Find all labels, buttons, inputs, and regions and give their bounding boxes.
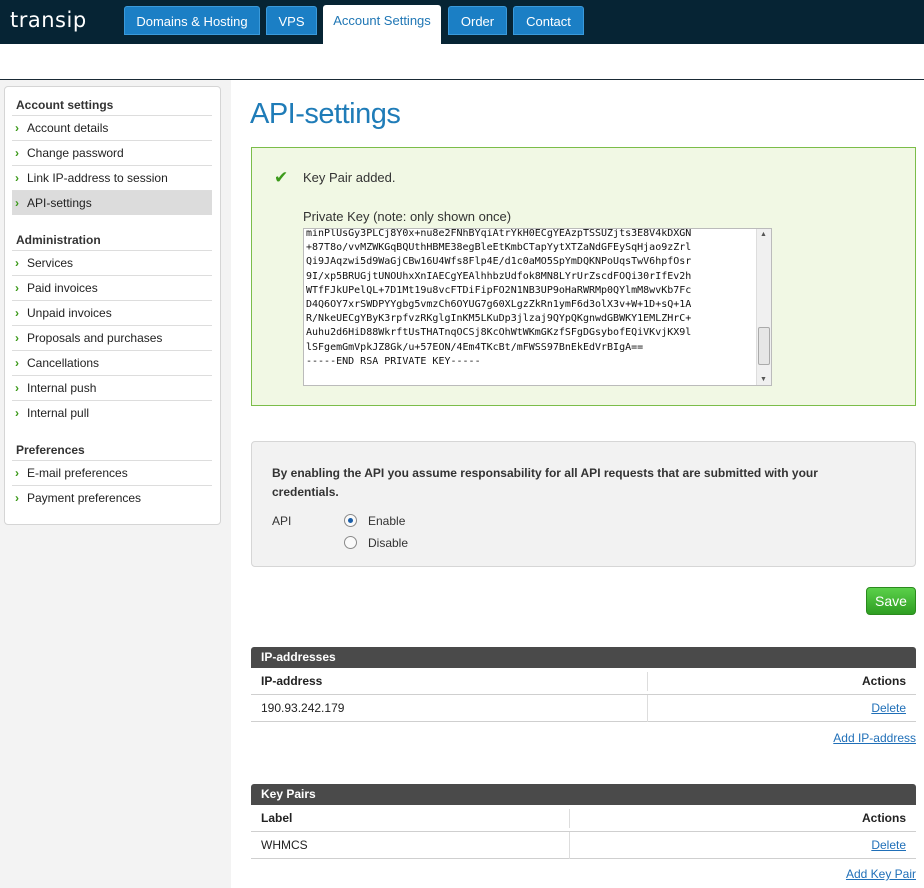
- column-separator: [647, 672, 648, 691]
- sidebar-item-label: Proposals and purchases: [27, 331, 163, 345]
- transip-logo[interactable]: transip: [10, 8, 87, 32]
- top-navigation-bar: transip Domains & Hosting VPS Account Se…: [0, 0, 924, 44]
- table-row: 190.93.242.179 Delete: [251, 695, 916, 722]
- tab-domains-hosting[interactable]: Domains & Hosting: [124, 6, 260, 35]
- sidebar-item-api-settings[interactable]: › API-settings: [12, 190, 212, 215]
- sidebar-item-internal-push[interactable]: › Internal push: [12, 375, 212, 400]
- sidebar-item-email-preferences[interactable]: › E-mail preferences: [12, 460, 212, 485]
- chevron-right-icon: ›: [15, 146, 19, 160]
- column-header-actions: Actions: [861, 811, 906, 825]
- sidebar-item-label: E-mail preferences: [27, 466, 128, 480]
- column-header-label: Label: [261, 811, 293, 825]
- chevron-right-icon: ›: [15, 121, 19, 135]
- sidebar-item-internal-pull[interactable]: › Internal pull: [12, 400, 212, 425]
- api-responsibility-notice: By enabling the API you assume responsab…: [272, 466, 818, 499]
- column-header-ip-address: IP-address: [261, 674, 323, 688]
- column-separator: [647, 695, 648, 722]
- sidebar-item-label: Internal pull: [27, 406, 90, 420]
- sidebar-heading-account-settings: Account settings: [16, 98, 114, 112]
- column-header-actions: Actions: [861, 674, 906, 688]
- delete-ip-link[interactable]: Delete: [871, 695, 906, 721]
- sidebar-item-label: Cancellations: [27, 356, 100, 370]
- sidebar-item-change-password[interactable]: › Change password: [12, 140, 212, 165]
- private-key-textarea[interactable]: minPlUsGy3PLCj8Y0x+nu8e2FNhBYqiAtrYkH0EC…: [303, 228, 772, 386]
- chevron-right-icon: ›: [15, 406, 19, 420]
- sidebar-item-label: Services: [27, 256, 74, 270]
- chevron-right-icon: ›: [15, 381, 19, 395]
- tab-contact[interactable]: Contact: [513, 6, 584, 35]
- api-disable-radio[interactable]: [344, 536, 357, 549]
- private-key-text: minPlUsGy3PLCj8Y0x+nu8e2FNhBYqiAtrYkH0EC…: [306, 228, 692, 367]
- checkmark-icon: ✔: [274, 168, 289, 187]
- api-enable-label[interactable]: Enable: [368, 514, 405, 528]
- sidebar-item-cancellations[interactable]: › Cancellations: [12, 350, 212, 375]
- chevron-right-icon: ›: [15, 491, 19, 505]
- sidebar-item-services[interactable]: › Services: [12, 250, 212, 275]
- chevron-right-icon: ›: [15, 196, 19, 210]
- chevron-right-icon: ›: [15, 331, 19, 345]
- column-separator: [569, 832, 570, 859]
- key-pair-label-value: WHMCS: [261, 838, 308, 852]
- ip-addresses-panel-header: IP-addresses: [251, 647, 916, 668]
- sidebar-item-paid-invoices[interactable]: › Paid invoices: [12, 275, 212, 300]
- chevron-right-icon: ›: [15, 466, 19, 480]
- sidebar-item-label: Paid invoices: [27, 281, 98, 295]
- add-ip-address-link[interactable]: Add IP-address: [833, 731, 916, 745]
- sidebar: Account settings › Account details › Chang…: [4, 86, 221, 525]
- success-notice: ✔ Key Pair added. Private Key (note: onl…: [251, 147, 916, 406]
- ip-address-value: 190.93.242.179: [261, 701, 345, 715]
- private-key-label: Private Key (note: only shown once): [303, 209, 512, 224]
- tab-order[interactable]: Order: [448, 6, 507, 35]
- scroll-up-arrow-icon[interactable]: ▲: [760, 231, 767, 238]
- chevron-right-icon: ›: [15, 356, 19, 370]
- api-label: API: [272, 514, 292, 528]
- api-disable-label[interactable]: Disable: [368, 536, 408, 550]
- sidebar-item-label: Unpaid invoices: [27, 306, 112, 320]
- sidebar-item-link-ip-address[interactable]: › Link IP-address to session: [12, 165, 212, 190]
- sidebar-item-payment-preferences[interactable]: › Payment preferences: [12, 485, 212, 510]
- column-separator: [569, 809, 570, 828]
- table-row: WHMCS Delete: [251, 832, 916, 859]
- chevron-right-icon: ›: [15, 171, 19, 185]
- tab-vps[interactable]: VPS: [266, 6, 317, 35]
- logo-text-ip: ip: [66, 8, 87, 32]
- sidebar-item-label: Account details: [27, 121, 109, 135]
- sidebar-item-account-details[interactable]: › Account details: [12, 115, 212, 140]
- scroll-down-arrow-icon[interactable]: ▼: [760, 376, 767, 383]
- chevron-right-icon: ›: [15, 281, 19, 295]
- key-pairs-table-header: Label Actions: [251, 805, 916, 832]
- sidebar-item-label: API-settings: [27, 196, 92, 210]
- sidebar-heading-administration: Administration: [16, 233, 101, 247]
- logo-text-trans: trans: [10, 8, 67, 32]
- success-message: Key Pair added.: [303, 170, 396, 185]
- api-settings-panel: By enabling the API you assume responsab…: [251, 441, 916, 567]
- sidebar-item-label: Internal push: [27, 381, 97, 395]
- sidebar-item-label: Change password: [27, 146, 124, 160]
- sidebar-heading-preferences: Preferences: [16, 443, 85, 457]
- add-key-pair-link[interactable]: Add Key Pair: [846, 867, 916, 881]
- scrollbar-thumb[interactable]: [758, 327, 770, 365]
- page-title: API-settings: [250, 98, 401, 130]
- sidebar-item-proposals-purchases[interactable]: › Proposals and purchases: [12, 325, 212, 350]
- api-enable-radio[interactable]: [344, 514, 357, 527]
- sidebar-item-label: Link IP-address to session: [27, 171, 168, 185]
- sub-navigation-bar: [0, 44, 924, 80]
- tab-account-settings[interactable]: Account Settings: [323, 5, 441, 44]
- sidebar-item-unpaid-invoices[interactable]: › Unpaid invoices: [12, 300, 212, 325]
- chevron-right-icon: ›: [15, 256, 19, 270]
- ip-addresses-table-header: IP-address Actions: [251, 668, 916, 695]
- save-button[interactable]: Save: [866, 587, 916, 615]
- key-pairs-panel-header: Key Pairs: [251, 784, 916, 805]
- delete-key-pair-link[interactable]: Delete: [871, 832, 906, 858]
- sidebar-item-label: Payment preferences: [27, 491, 142, 505]
- chevron-right-icon: ›: [15, 306, 19, 320]
- private-key-scrollbar[interactable]: ▲ ▼: [756, 229, 771, 385]
